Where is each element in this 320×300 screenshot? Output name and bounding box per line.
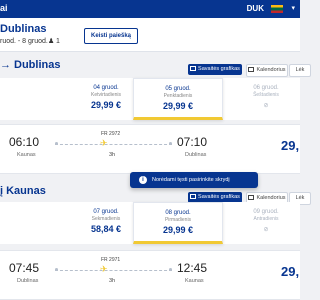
flight-card-inbound[interactable]: 07:45 Dublinas FR 2971 ✈ 3h 12:45 Kaunas… xyxy=(0,250,300,300)
no-flight-icon: ⊘ xyxy=(263,227,269,233)
departure-time: 06:10 xyxy=(9,135,40,149)
trip-dates: ruod. - 8 gruod. xyxy=(0,38,48,45)
arrival-time: 07:10 xyxy=(177,135,208,149)
date-cell-selected[interactable]: 08 gruod. Pirmadienis 29,99 € xyxy=(133,202,223,244)
weekday-label: Antradienis xyxy=(253,216,279,222)
departure-city: Kaunas xyxy=(17,152,36,158)
flights-view-label: Lėk xyxy=(295,195,305,201)
route-line xyxy=(55,267,172,273)
weekly-view-label: Savaitės grafikas xyxy=(198,66,240,72)
date-cell-disabled: 06 gruod. Šeštadienis ⊘ xyxy=(236,78,296,120)
inbound-date-strip: 07 gruod. Sekmadienis 58,84 € 08 gruod. … xyxy=(0,202,300,244)
flight-duration: 3h xyxy=(109,278,116,284)
person-icon: ♟ xyxy=(48,38,55,45)
date-label: 06 gruod. xyxy=(253,85,279,91)
weekly-view-label: Savaitės grafikas xyxy=(198,194,240,200)
date-cell-disabled: 09 gruod. Antradienis ⊘ xyxy=(236,202,296,244)
outbound-section-title: → Dublinas xyxy=(0,59,60,71)
language-flag-icon[interactable] xyxy=(271,5,283,13)
toast-message: Norėdami tęsti pasirinkite skrydį xyxy=(152,177,230,183)
calendar-view-button-outbound[interactable]: Kalendorius xyxy=(246,64,288,77)
date-label: 05 gruod. xyxy=(165,86,191,92)
brand-label[interactable]: ai xyxy=(0,3,8,13)
flight-number: FR 2971 xyxy=(101,257,121,263)
flights-view-label: Lėk xyxy=(295,67,305,73)
departure-time: 07:45 xyxy=(9,261,40,275)
passenger-count: 1 xyxy=(56,38,60,45)
calendar-icon xyxy=(248,194,255,200)
plane-icon: ✈ xyxy=(100,138,108,148)
date-cell[interactable]: 07 gruod. Sekmadienis 58,84 € xyxy=(76,202,136,244)
weekday-label: Pirmadienis xyxy=(164,217,192,223)
trip-summary: Dublinas ruod. - 8 gruod. 1 ♟ Keisti pai… xyxy=(0,18,300,52)
flight-price[interactable]: 29, xyxy=(281,264,299,279)
date-price: 58,84 € xyxy=(90,224,122,234)
flight-price[interactable]: 29, xyxy=(281,138,299,153)
date-label: 07 gruod. xyxy=(93,209,119,215)
weekday-label: Penktadienis xyxy=(163,93,193,99)
arrival-city: Dublinas xyxy=(185,152,207,158)
arrival-city: Kaunas xyxy=(185,278,204,284)
weekday-label: Ketvirtadienis xyxy=(90,92,121,98)
plane-icon: ✈ xyxy=(100,264,108,274)
currency-selector[interactable]: DUK xyxy=(247,4,264,13)
date-label: 09 gruod. xyxy=(253,209,279,215)
top-navigation-bar: ai DUK ▾ xyxy=(0,0,300,18)
date-price: 29,99 € xyxy=(162,101,194,111)
date-cell-selected[interactable]: 05 gruod. Penktadienis 29,99 € xyxy=(133,78,223,120)
departure-city: Dublinas xyxy=(17,278,39,284)
outbound-date-strip: 04 gruod. Ketvirtadienis 29,99 € 05 gruo… xyxy=(0,78,300,120)
flight-card-outbound[interactable]: 06:10 Kaunas FR 2972 ✈ 3h 07:10 Dublinas… xyxy=(0,124,300,174)
weekday-label: Šeštadienis xyxy=(253,92,279,98)
calendar-view-label: Kalendorius xyxy=(256,195,286,201)
date-cell[interactable]: 04 gruod. Ketvirtadienis 29,99 € xyxy=(76,78,136,120)
flight-duration: 3h xyxy=(109,152,116,158)
calendar-view-label: Kalendorius xyxy=(256,67,286,73)
arrow-right-icon: → xyxy=(0,59,11,71)
calendar-icon xyxy=(248,66,255,72)
flights-view-button-outbound[interactable]: Lėk xyxy=(289,64,311,77)
arrival-time: 12:45 xyxy=(177,261,208,275)
calendar-week-icon xyxy=(190,193,197,199)
date-label: 08 gruod. xyxy=(165,210,191,216)
calendar-week-icon xyxy=(190,65,197,71)
outbound-destination: Dublinas xyxy=(14,59,61,71)
route-line xyxy=(55,141,172,147)
weekday-label: Sekmadienis xyxy=(91,216,121,222)
date-price: 29,99 € xyxy=(90,100,122,110)
inbound-section-title: į Kaunas xyxy=(0,185,46,197)
chevron-down-icon[interactable]: ▾ xyxy=(291,4,295,12)
weekly-view-button-outbound[interactable]: Savaitės grafikas xyxy=(188,64,242,75)
trip-title: Dublinas xyxy=(0,23,47,35)
date-price: 29,99 € xyxy=(162,225,194,235)
no-flight-icon: ⊘ xyxy=(263,103,269,109)
edit-search-button[interactable]: Keisti paiešką xyxy=(84,28,138,44)
date-label: 04 gruod. xyxy=(93,85,119,91)
select-flight-toast: i Norėdami tęsti pasirinkite skrydį xyxy=(130,172,258,188)
flight-number: FR 2972 xyxy=(101,131,121,137)
info-icon: i xyxy=(139,176,147,184)
